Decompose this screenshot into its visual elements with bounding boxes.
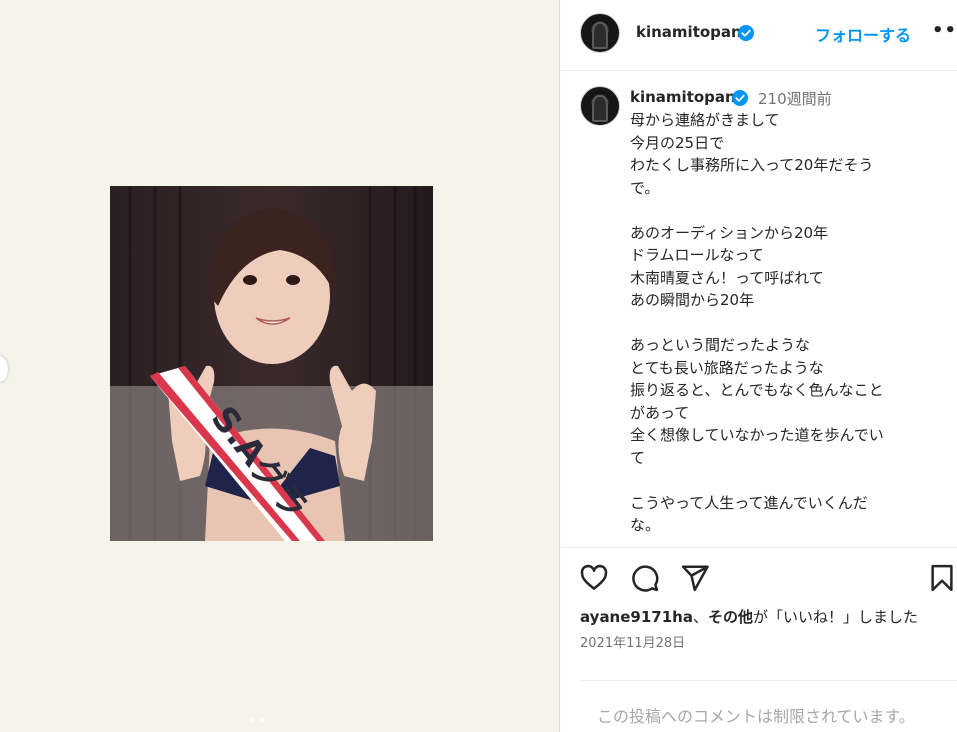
carousel-dots — [249, 717, 265, 723]
bookmark-icon[interactable] — [926, 562, 957, 594]
follow-button[interactable]: フォローする — [815, 22, 911, 46]
likes-separator: 、 — [692, 608, 708, 626]
likes-suffix: が「いいね！」しました — [753, 608, 919, 626]
verified-badge-icon — [738, 25, 754, 41]
heart-icon[interactable] — [578, 562, 610, 594]
post-time-ago[interactable]: 210週間前 — [758, 88, 832, 109]
post-caption: 母から連絡がきまして 今月の25日で わたくし事務所に入って20年だそう で。 … — [630, 111, 884, 534]
verified-badge-icon — [732, 90, 748, 106]
post-details-panel: kinamitopan フォローする ••• kinamitopan 210週間… — [560, 0, 957, 732]
comment-icon[interactable] — [629, 562, 661, 594]
previous-button[interactable] — [0, 356, 8, 382]
likes-summary: ayane9171ha、その他が「いいね！」しました — [580, 606, 918, 627]
post-header: kinamitopan フォローする ••• — [560, 0, 957, 71]
more-options-icon[interactable]: ••• — [932, 20, 957, 41]
comments-restricted-notice: この投稿へのコメントは制限されています。 — [597, 707, 915, 726]
caption-username[interactable]: kinamitopan — [630, 88, 736, 106]
post-date[interactable]: 2021年11月28日 — [580, 632, 685, 651]
liker-username[interactable]: ayane9171ha — [580, 608, 693, 626]
post-media: S.Aグラ — [0, 0, 560, 732]
carousel-dot — [249, 717, 255, 723]
carousel-dot-active — [259, 717, 265, 723]
post-photo[interactable]: S.Aグラ — [110, 186, 433, 541]
likes-others-link[interactable]: その他 — [708, 608, 753, 626]
divider — [580, 680, 957, 681]
divider — [560, 547, 957, 548]
photo-image: S.Aグラ — [110, 186, 433, 541]
header-username[interactable]: kinamitopan — [636, 23, 742, 41]
send-icon[interactable] — [679, 562, 711, 594]
caption-avatar[interactable] — [580, 86, 620, 126]
avatar[interactable] — [580, 13, 620, 53]
action-bar — [560, 562, 957, 598]
